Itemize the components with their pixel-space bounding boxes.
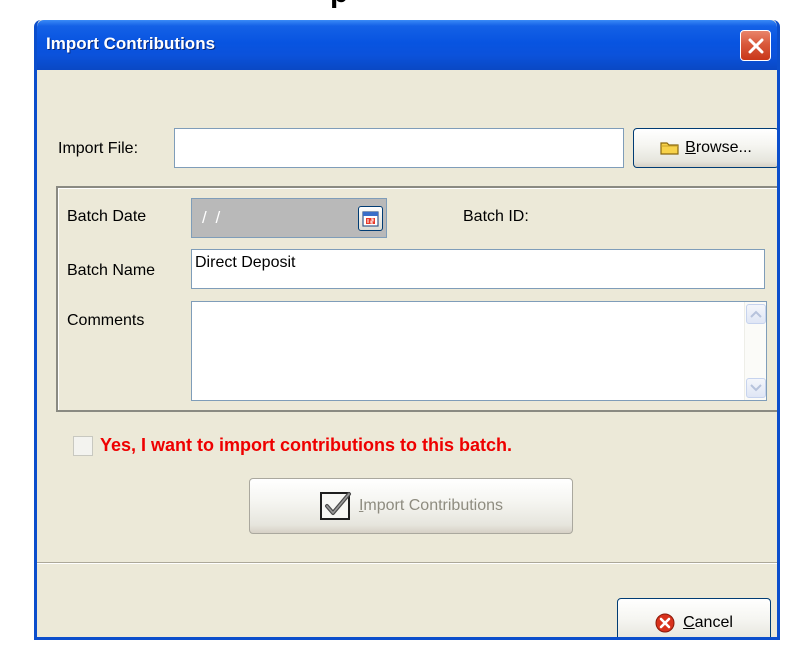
footer-separator bbox=[37, 562, 777, 564]
confirm-checkbox[interactable] bbox=[73, 436, 93, 456]
chevron-up-icon bbox=[750, 310, 762, 318]
cancel-button[interactable]: Cancel bbox=[617, 598, 771, 637]
title-bar[interactable]: Import Contributions bbox=[37, 20, 777, 70]
dialog-body: Import File: Browse... Batch Date / / Ba… bbox=[37, 70, 777, 637]
folder-icon bbox=[660, 142, 679, 155]
scroll-up-button[interactable] bbox=[746, 304, 766, 324]
comments-textarea[interactable] bbox=[191, 301, 767, 401]
import-file-label: Import File: bbox=[58, 140, 139, 157]
cancel-icon bbox=[655, 613, 675, 633]
comments-label: Comments bbox=[67, 312, 145, 329]
batch-date-field[interactable]: / / bbox=[191, 198, 387, 238]
dialog-title: Import Contributions bbox=[46, 34, 216, 53]
calendar-icon bbox=[362, 211, 379, 227]
cancel-label: Cancel bbox=[683, 614, 733, 631]
scroll-down-button[interactable] bbox=[746, 378, 766, 398]
close-icon bbox=[748, 38, 763, 53]
chevron-down-icon bbox=[750, 384, 762, 392]
confirm-label[interactable]: Yes, I want to import contributions to t… bbox=[100, 435, 512, 456]
batch-name-label: Batch Name bbox=[67, 262, 156, 279]
import-contributions-dialog: Import Contributions Import File: Browse… bbox=[34, 20, 780, 640]
calendar-button[interactable] bbox=[358, 206, 383, 231]
batch-date-value: / / bbox=[202, 208, 223, 227]
batch-name-input[interactable]: Direct Deposit bbox=[191, 249, 765, 289]
import-contributions-button[interactable]: Import Contributions bbox=[249, 478, 573, 534]
import-file-input[interactable] bbox=[174, 128, 624, 168]
comments-scrollbar[interactable] bbox=[744, 302, 766, 400]
batch-id-label: Batch ID: bbox=[463, 208, 529, 225]
batch-date-label: Batch Date bbox=[67, 208, 147, 225]
browse-label: Browse... bbox=[685, 139, 752, 156]
import-contributions-label: Import Contributions bbox=[358, 497, 504, 514]
checkmark-icon bbox=[319, 492, 351, 520]
browse-button[interactable]: Browse... bbox=[633, 128, 777, 168]
close-button[interactable] bbox=[740, 30, 771, 61]
background-heading-fragment: p bbox=[330, 0, 348, 8]
